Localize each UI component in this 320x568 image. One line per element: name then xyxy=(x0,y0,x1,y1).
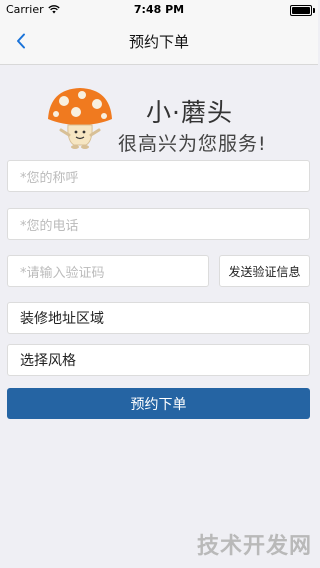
status-time: 7:48 PM xyxy=(133,3,185,16)
navigation-bar: 预约下单 xyxy=(0,20,318,65)
send-code-button[interactable]: 发送验证信息 xyxy=(219,255,310,287)
welcome-banner: 小·蘑头 很高兴为您服务! xyxy=(0,65,318,161)
status-bar: Carrier 7:48 PM xyxy=(0,0,318,20)
welcome-tagline: 很高兴为您服务! xyxy=(118,133,267,155)
verification-code-input[interactable]: *请输入验证码 xyxy=(7,255,209,287)
name-input[interactable]: *您的称呼 xyxy=(7,160,310,192)
page-title: 预约下单 xyxy=(128,33,189,51)
submit-order-button[interactable]: 预约下单 xyxy=(7,388,310,419)
style-select[interactable]: 选择风格 xyxy=(7,344,310,376)
watermark: 技术开发网 xyxy=(196,534,312,559)
mushroom-mascot-icon xyxy=(48,88,112,149)
address-area-select[interactable]: 装修地址区域 xyxy=(7,302,310,334)
battery-icon xyxy=(290,5,315,16)
phone-input[interactable]: *您的电话 xyxy=(7,208,310,240)
mascot-name: 小·蘑头 xyxy=(146,98,233,127)
